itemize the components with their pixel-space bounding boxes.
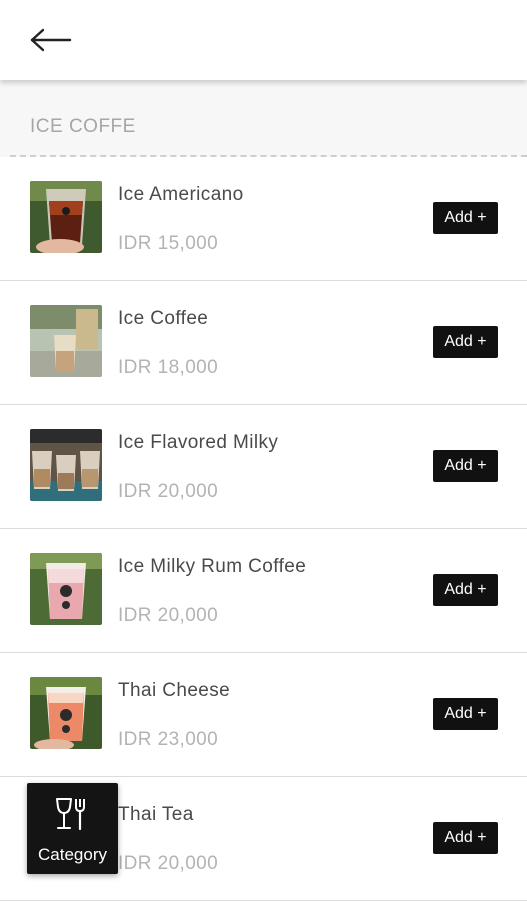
item-price: IDR 20,000 — [118, 605, 219, 626]
add-button[interactable]: Add + — [433, 698, 498, 730]
add-button[interactable]: Add + — [433, 450, 498, 482]
back-button[interactable] — [30, 20, 86, 60]
list-item[interactable]: Thai Cheese IDR 23,000 Add + — [0, 653, 527, 777]
item-name: Ice Milky Rum Coffee — [118, 556, 307, 577]
arrow-left-icon — [30, 28, 72, 52]
item-name: Ice Flavored Milky — [118, 432, 279, 453]
category-button[interactable]: Category — [27, 783, 118, 874]
category-label: Category — [38, 845, 107, 864]
list-item[interactable]: Ice Milky Rum Coffee IDR 20,000 Add + — [0, 529, 527, 653]
list-item[interactable]: Ice Flavored Milky IDR 20,000 Add + — [0, 405, 527, 529]
item-thumbnail — [30, 429, 102, 501]
top-app-bar — [0, 0, 527, 80]
item-thumbnail — [30, 181, 102, 253]
add-button[interactable]: Add + — [433, 326, 498, 358]
item-name: Ice Coffee — [118, 308, 209, 329]
item-thumbnail — [30, 305, 102, 377]
section-title: ICE COFFE — [30, 116, 136, 137]
add-button[interactable]: Add + — [433, 822, 498, 854]
item-thumbnail — [30, 553, 102, 625]
add-button[interactable]: Add + — [433, 574, 498, 606]
item-price: IDR 18,000 — [118, 357, 219, 378]
item-price: IDR 23,000 — [118, 729, 219, 750]
list-item[interactable]: Ice Coffee IDR 18,000 Add + — [0, 281, 527, 405]
item-price: IDR 20,000 — [118, 481, 219, 502]
item-name: Thai Cheese — [118, 680, 231, 701]
item-price: IDR 15,000 — [118, 233, 219, 254]
add-button[interactable]: Add + — [433, 202, 498, 234]
list-item[interactable]: Ice Americano IDR 15,000 Add + — [0, 157, 527, 281]
glass-fork-icon — [54, 797, 90, 831]
item-thumbnail — [30, 677, 102, 749]
item-name: Thai Tea — [118, 804, 194, 825]
item-price: IDR 20,000 — [118, 853, 219, 874]
item-name: Ice Americano — [118, 184, 244, 205]
